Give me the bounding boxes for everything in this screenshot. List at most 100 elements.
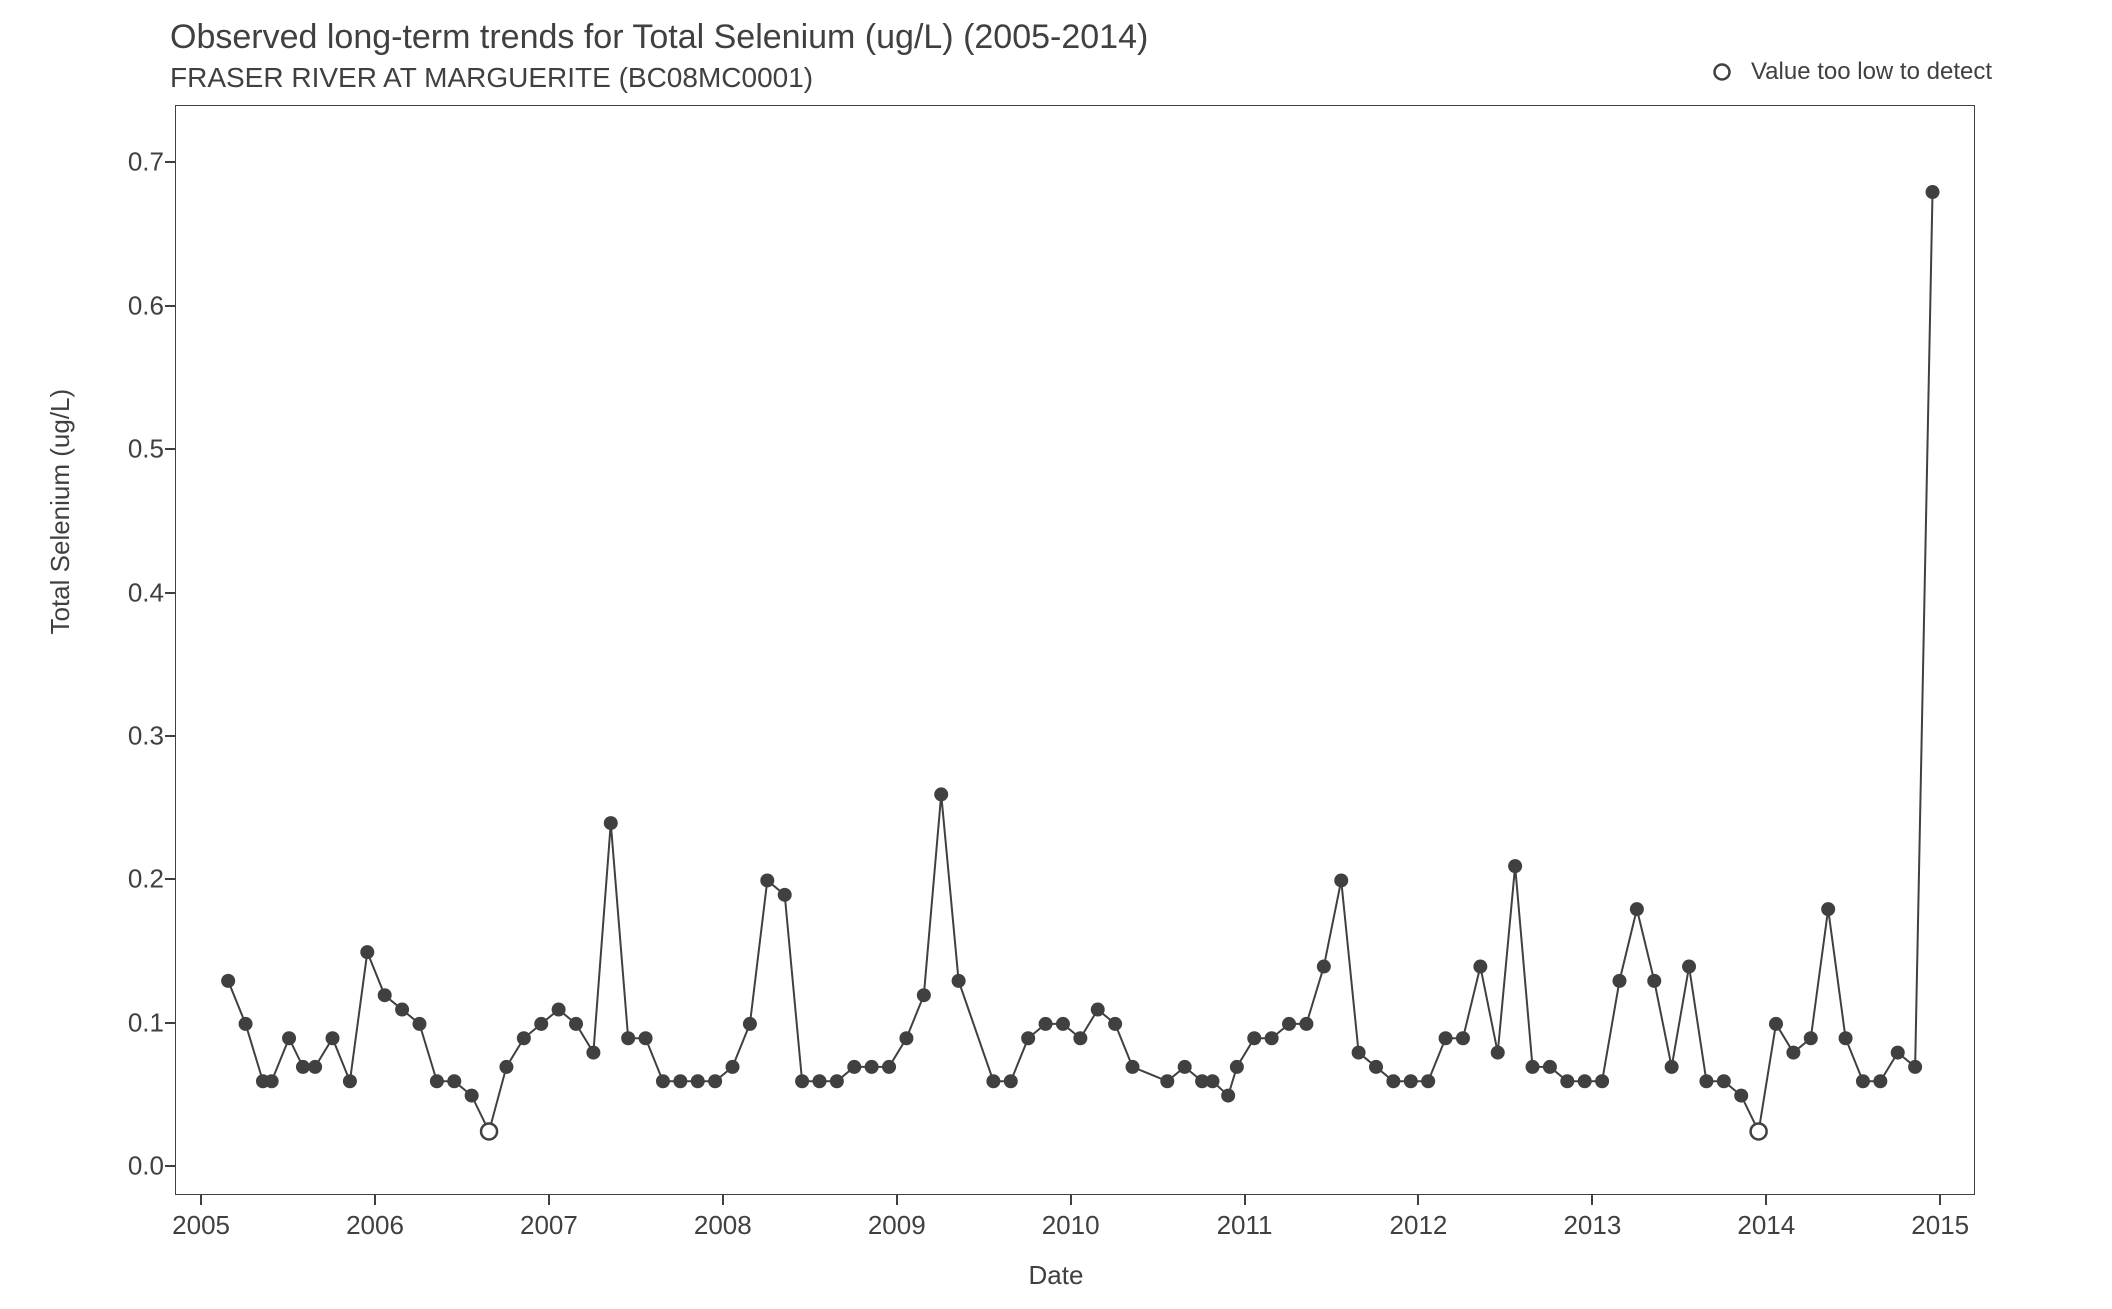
data-point <box>265 1074 279 1088</box>
data-point <box>1786 1046 1800 1060</box>
data-point <box>1334 873 1348 887</box>
data-point <box>412 1017 426 1031</box>
data-point <box>296 1060 310 1074</box>
chart-legend: Value too low to detect <box>1711 58 1992 86</box>
legend-open-circle-icon <box>1711 61 1733 83</box>
data-point <box>1908 1060 1922 1074</box>
x-tick-mark <box>1765 1195 1767 1205</box>
y-tick-label: 0.4 <box>84 577 164 608</box>
y-tick-label: 0.3 <box>84 721 164 752</box>
data-point <box>1717 1074 1731 1088</box>
y-tick-mark <box>165 161 175 163</box>
data-point <box>1247 1031 1261 1045</box>
data-point <box>1456 1031 1470 1045</box>
data-point <box>1804 1031 1818 1045</box>
data-point <box>1439 1031 1453 1045</box>
data-point <box>586 1046 600 1060</box>
data-point <box>1265 1031 1279 1045</box>
data-point <box>986 1074 1000 1088</box>
y-tick-label: 0.5 <box>84 434 164 465</box>
data-point <box>847 1060 861 1074</box>
data-point <box>1108 1017 1122 1031</box>
data-point <box>499 1060 513 1074</box>
data-point <box>708 1074 722 1088</box>
data-point <box>1021 1031 1035 1045</box>
data-point <box>1856 1074 1870 1088</box>
data-point <box>1543 1060 1557 1074</box>
y-tick-label: 0.1 <box>84 1007 164 1038</box>
chart-container: Observed long-term trends for Total Sele… <box>0 0 2112 1309</box>
data-point <box>1647 974 1661 988</box>
x-tick-label: 2008 <box>694 1210 752 1241</box>
data-point <box>1560 1074 1574 1088</box>
data-point <box>865 1060 879 1074</box>
y-tick-mark <box>165 878 175 880</box>
data-point <box>1091 1003 1105 1017</box>
x-tick-mark <box>1591 1195 1593 1205</box>
y-tick-mark <box>165 305 175 307</box>
data-point <box>1578 1074 1592 1088</box>
data-point <box>326 1031 340 1045</box>
data-point <box>1386 1074 1400 1088</box>
data-point <box>282 1031 296 1045</box>
x-tick-label: 2005 <box>172 1210 230 1241</box>
x-tick-mark <box>200 1195 202 1205</box>
x-tick-label: 2013 <box>1563 1210 1621 1241</box>
data-point <box>430 1074 444 1088</box>
chart-subtitle: FRASER RIVER AT MARGUERITE (BC08MC0001) <box>170 62 813 94</box>
x-tick-mark <box>374 1195 376 1205</box>
x-tick-label: 2007 <box>520 1210 578 1241</box>
data-point <box>552 1003 566 1017</box>
data-point <box>1160 1074 1174 1088</box>
data-point <box>1056 1017 1070 1031</box>
data-point <box>447 1074 461 1088</box>
data-point <box>1699 1074 1713 1088</box>
data-point <box>1221 1089 1235 1103</box>
data-point <box>395 1003 409 1017</box>
y-tick-mark <box>165 592 175 594</box>
x-tick-label: 2012 <box>1390 1210 1448 1241</box>
data-point <box>1734 1089 1748 1103</box>
data-point <box>1491 1046 1505 1060</box>
data-point <box>1595 1074 1609 1088</box>
data-point <box>1369 1060 1383 1074</box>
data-point <box>1317 960 1331 974</box>
data-point <box>726 1060 740 1074</box>
x-tick-mark <box>896 1195 898 1205</box>
data-point <box>1821 902 1835 916</box>
x-tick-mark <box>1417 1195 1419 1205</box>
data-point <box>1839 1031 1853 1045</box>
data-point <box>691 1074 705 1088</box>
plot-area <box>175 105 1975 1195</box>
data-point <box>1630 902 1644 916</box>
data-point <box>1404 1074 1418 1088</box>
data-point <box>569 1017 583 1031</box>
x-tick-label: 2011 <box>1217 1210 1273 1241</box>
x-axis-label: Date <box>0 1260 2112 1291</box>
data-point <box>1473 960 1487 974</box>
x-tick-mark <box>548 1195 550 1205</box>
data-point <box>239 1017 253 1031</box>
y-tick-mark <box>165 735 175 737</box>
data-point <box>1926 185 1940 199</box>
data-point <box>621 1031 635 1045</box>
x-tick-label: 2006 <box>346 1210 404 1241</box>
data-point <box>639 1031 653 1045</box>
y-tick-label: 0.0 <box>84 1151 164 1182</box>
data-point <box>673 1074 687 1088</box>
data-point <box>1299 1017 1313 1031</box>
data-point <box>795 1074 809 1088</box>
legend-label: Value too low to detect <box>1751 58 1992 86</box>
data-point <box>1769 1017 1783 1031</box>
data-point <box>378 988 392 1002</box>
data-point <box>308 1060 322 1074</box>
data-point <box>952 974 966 988</box>
data-point <box>1682 960 1696 974</box>
data-point <box>882 1060 896 1074</box>
data-point <box>1665 1060 1679 1074</box>
y-tick-mark <box>165 1022 175 1024</box>
data-point <box>656 1074 670 1088</box>
data-point <box>934 787 948 801</box>
data-point <box>1039 1017 1053 1031</box>
data-point <box>1282 1017 1296 1031</box>
